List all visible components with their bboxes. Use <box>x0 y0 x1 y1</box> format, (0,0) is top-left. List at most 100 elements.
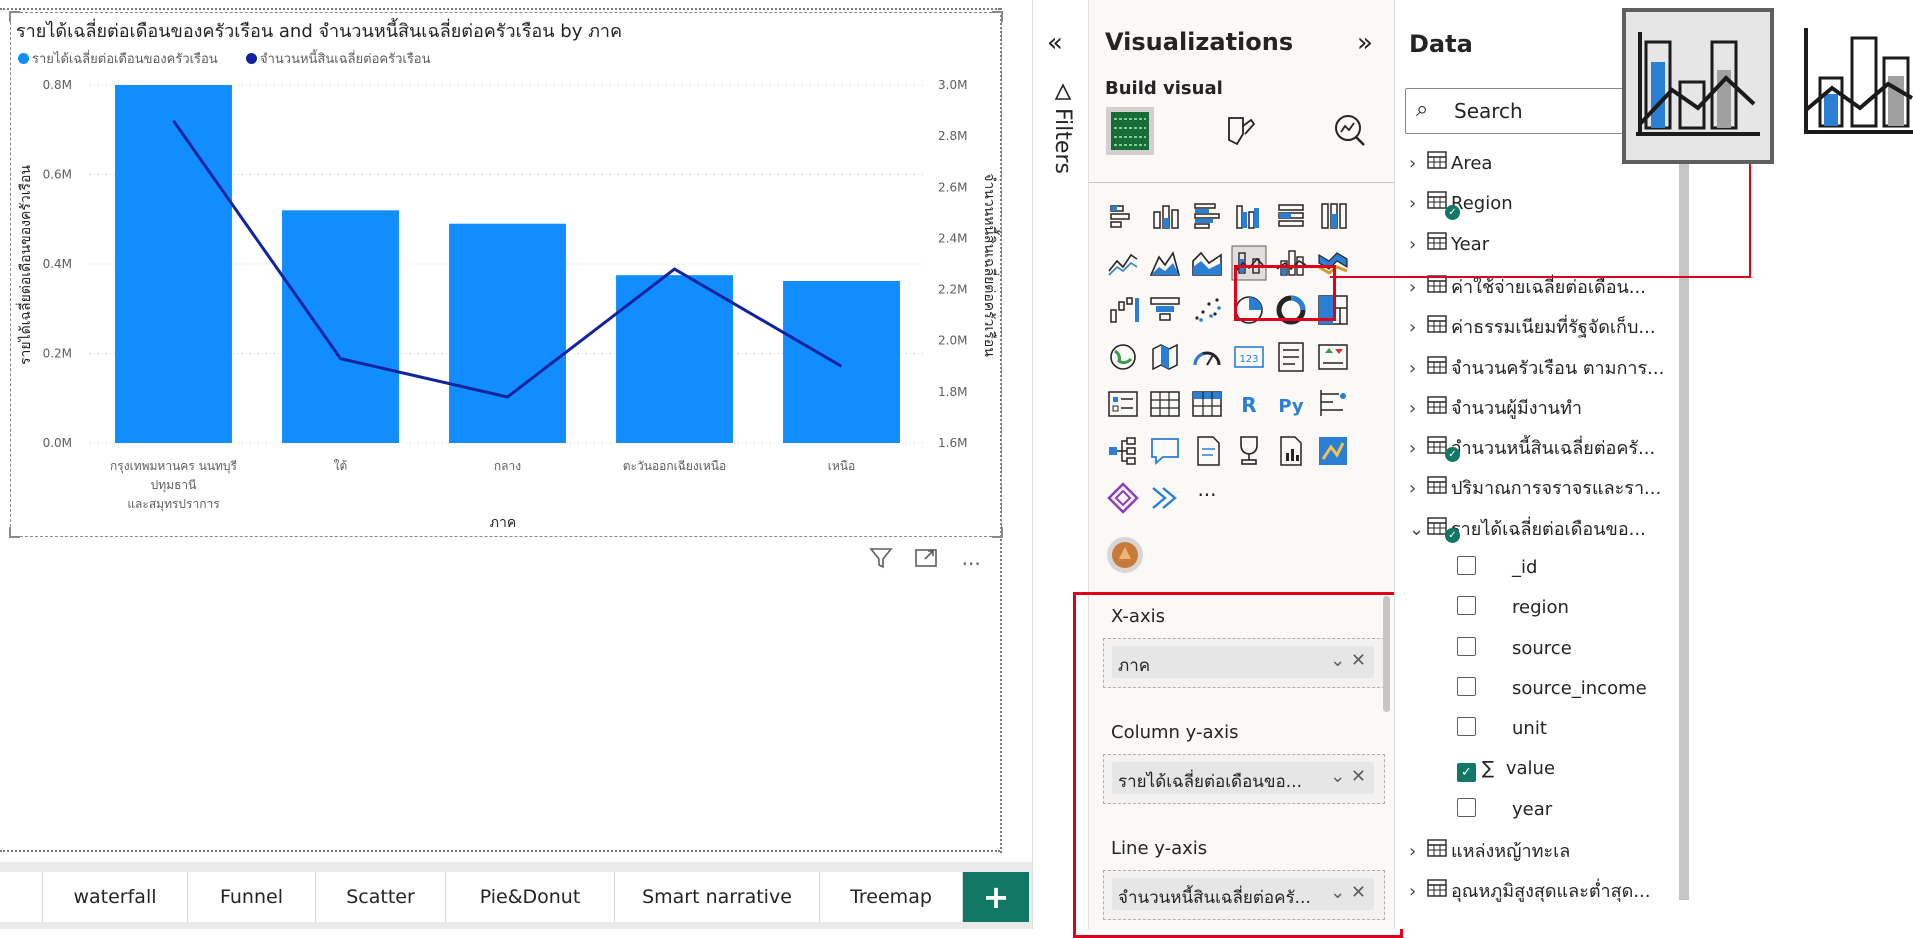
field-item[interactable]: _id <box>1457 556 1537 586</box>
data-table-item[interactable]: › ปริมาณการจราจรและรา... <box>1409 473 1679 503</box>
python-visual-icon[interactable]: Py <box>1273 386 1309 422</box>
field-item[interactable]: source <box>1457 636 1572 667</box>
analytics-icon[interactable] <box>1325 106 1375 156</box>
chevron-right-icon[interactable]: › <box>1409 193 1427 214</box>
field-pill[interactable]: ภาค ⌄ ✕ <box>1112 646 1374 678</box>
field-checkbox[interactable] <box>1457 676 1476 696</box>
chevron-right-icon[interactable]: › <box>1409 153 1427 174</box>
field-checkbox[interactable] <box>1457 556 1476 575</box>
chevron-right-icon[interactable]: › <box>1409 841 1427 862</box>
chevron-right-icon[interactable]: › <box>1409 478 1427 499</box>
field-item[interactable]: ✓ ∑ value <box>1457 758 1555 788</box>
chevron-right-icon[interactable]: › <box>1409 881 1427 902</box>
data-table-item[interactable]: › Region ✓ <box>1409 191 1679 221</box>
data-table-item[interactable]: › จำนวนหนี้สินเฉลี่ยต่อครั... ✓ <box>1409 433 1679 463</box>
data-table-item[interactable]: › อุณหภูมิสูงสุดและต่ำสุด... <box>1409 876 1679 906</box>
filter-icon[interactable] <box>868 545 894 571</box>
multi-row-card-icon[interactable] <box>1273 339 1309 375</box>
expand-icon[interactable]: » <box>1357 28 1373 58</box>
100-stacked-column-icon[interactable] <box>1315 198 1351 234</box>
chevron-right-icon[interactable]: › <box>1409 317 1427 338</box>
line-chart-icon[interactable] <box>1105 245 1141 281</box>
100-stacked-bar-icon[interactable] <box>1273 198 1309 234</box>
add-page-button[interactable]: + <box>963 872 1029 922</box>
metrics-icon[interactable] <box>1231 433 1267 469</box>
scrollbar[interactable] <box>1679 90 1689 900</box>
field-pill[interactable]: รายได้เฉลี่ยต่อเดือนขอ... ⌄ ✕ <box>1112 762 1374 794</box>
tab-funnel[interactable]: Funnel <box>188 872 316 922</box>
search-input[interactable]: ⌕ Search <box>1405 88 1647 134</box>
kpi-icon[interactable] <box>1315 339 1351 375</box>
clustered-bar-icon[interactable] <box>1189 198 1225 234</box>
stacked-column-icon[interactable] <box>1147 198 1183 234</box>
stacked-bar-icon[interactable] <box>1105 198 1141 234</box>
data-table-item[interactable]: › จำนวนครัวเรือน ตามการ... <box>1409 353 1679 383</box>
filled-map-icon[interactable] <box>1147 339 1183 375</box>
smart-narrative-icon[interactable] <box>1189 433 1225 469</box>
chevron-right-icon[interactable]: › <box>1409 234 1427 255</box>
gauge-icon[interactable] <box>1189 339 1225 375</box>
data-table-item[interactable]: ⌄ รายได้เฉลี่ยต่อเดือนขอ... ✓ <box>1409 514 1679 544</box>
card-icon[interactable]: 123 <box>1231 339 1267 375</box>
funnel-icon[interactable] <box>1147 292 1183 328</box>
field-checkbox[interactable] <box>1457 596 1476 616</box>
paginated-report-icon[interactable] <box>1273 433 1309 469</box>
data-table-item[interactable]: › แหล่งหญ้าทะเล <box>1409 836 1679 866</box>
r-visual-icon[interactable]: R <box>1231 386 1267 422</box>
data-table-item[interactable]: › จำนวนผู้มีงานทำ <box>1409 393 1679 423</box>
slicer-icon[interactable] <box>1105 386 1141 422</box>
field-checkbox[interactable]: ✓ <box>1457 762 1476 782</box>
stacked-area-icon[interactable] <box>1189 245 1225 281</box>
waterfall-icon[interactable] <box>1105 292 1141 328</box>
power-automate-icon[interactable] <box>1147 480 1183 516</box>
get-more-visuals-icon[interactable] <box>1107 537 1143 573</box>
scrollbar[interactable] <box>1383 596 1390 712</box>
collapse-icon[interactable]: « <box>1047 28 1063 58</box>
azure-map-icon[interactable] <box>1315 433 1351 469</box>
scatter-chart-icon[interactable] <box>1189 292 1225 328</box>
filters-label[interactable]: Filters <box>1050 108 1075 174</box>
build-visual-tab[interactable] <box>1105 106 1155 156</box>
format-visual-icon[interactable] <box>1215 106 1265 156</box>
field-item[interactable]: year <box>1457 797 1552 828</box>
field-checkbox[interactable] <box>1457 797 1476 817</box>
area-chart-icon[interactable] <box>1147 245 1183 281</box>
chevron-down-icon[interactable]: ⌄ ✕ <box>1330 882 1366 903</box>
qa-icon[interactable] <box>1147 433 1183 469</box>
tab-pie-donut[interactable]: Pie&Donut <box>446 872 615 922</box>
decomposition-tree-icon[interactable] <box>1105 433 1141 469</box>
map-icon[interactable] <box>1105 339 1141 375</box>
key-influencers-icon[interactable] <box>1315 386 1351 422</box>
tab-waterfall[interactable]: waterfall <box>43 872 188 922</box>
matrix-icon[interactable] <box>1189 386 1225 422</box>
pane-title: Data <box>1409 30 1473 58</box>
tab-previous-partial[interactable] <box>0 872 43 922</box>
chevron-down-icon[interactable]: ⌄ ✕ <box>1330 650 1366 671</box>
chevron-right-icon[interactable]: › <box>1409 398 1427 419</box>
chevron-right-icon[interactable]: › <box>1409 277 1427 298</box>
more-options-icon[interactable]: ··· <box>958 554 984 580</box>
power-apps-icon[interactable] <box>1105 480 1141 516</box>
field-item[interactable]: source_income <box>1457 676 1647 707</box>
chevron-down-icon[interactable]: ⌄ <box>1409 519 1427 540</box>
chevron-right-icon[interactable]: › <box>1409 438 1427 459</box>
chevron-down-icon[interactable]: ⌄ ✕ <box>1330 766 1366 787</box>
x-axis-well[interactable]: ภาค ⌄ ✕ <box>1103 638 1385 688</box>
tab-treemap[interactable]: Treemap <box>820 872 963 922</box>
field-checkbox[interactable] <box>1457 636 1476 656</box>
data-table-item[interactable]: › Year <box>1409 231 1679 262</box>
chevron-right-icon[interactable]: › <box>1409 358 1427 379</box>
table-icon[interactable] <box>1147 386 1183 422</box>
tab-scatter[interactable]: Scatter <box>316 872 446 922</box>
data-table-item[interactable]: › ค่าธรรมเนียมที่รัฐจัดเก็บ... <box>1409 312 1679 342</box>
more-visuals-icon[interactable]: ··· <box>1189 480 1225 516</box>
field-pill[interactable]: จำนวนหนี้สินเฉลี่ยต่อครั... ⌄ ✕ <box>1112 878 1374 910</box>
clustered-column-icon[interactable] <box>1231 198 1267 234</box>
column-y-axis-well[interactable]: รายได้เฉลี่ยต่อเดือนขอ... ⌄ ✕ <box>1103 754 1385 804</box>
line-y-axis-well[interactable]: จำนวนหนี้สินเฉลี่ยต่อครั... ⌄ ✕ <box>1103 870 1385 920</box>
focus-mode-icon[interactable] <box>913 545 939 571</box>
field-item[interactable]: unit <box>1457 717 1547 747</box>
field-checkbox[interactable] <box>1457 717 1476 737</box>
field-item[interactable]: region <box>1457 596 1569 626</box>
tab-smart-narrative[interactable]: Smart narrative <box>615 872 820 922</box>
